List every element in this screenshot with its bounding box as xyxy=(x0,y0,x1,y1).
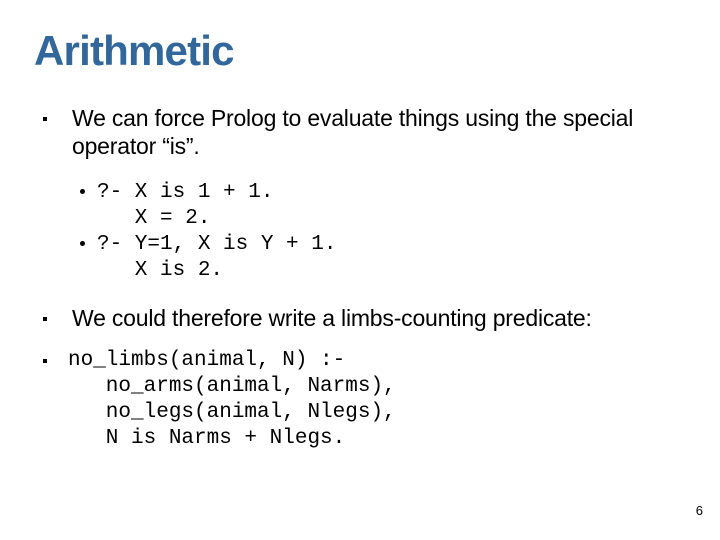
bullet-item-5: no_limbs(animal, N) :- no_arms(animal, N… xyxy=(0,348,720,452)
round-bullet-icon xyxy=(80,189,85,194)
slide-body: We can force Prolog to evaluate things u… xyxy=(0,104,720,452)
bullet-item-3: ?- Y=1, X is Y + 1. X is 2. xyxy=(0,232,720,284)
square-bullet-icon xyxy=(43,117,47,121)
code-block-query-2: ?- Y=1, X is Y + 1. X is 2. xyxy=(97,233,337,282)
code-block-query-1: ?- X is 1 + 1. X = 2. xyxy=(97,181,274,230)
page-title: Arithmetic xyxy=(34,27,235,74)
bullet-text-4: We could therefore write a limbs-countin… xyxy=(72,305,592,331)
slide: Arithmetic We can force Prolog to evalua… xyxy=(0,0,720,540)
bullet-item-1: We can force Prolog to evaluate things u… xyxy=(0,104,720,160)
square-bullet-icon xyxy=(43,359,47,363)
code-block-predicate: no_limbs(animal, N) :- no_arms(animal, N… xyxy=(68,349,396,450)
round-bullet-icon xyxy=(80,241,85,246)
square-bullet-icon xyxy=(43,317,47,321)
page-number: 6 xyxy=(695,503,703,518)
bullet-item-4: We could therefore write a limbs-countin… xyxy=(0,304,720,332)
bullet-item-2: ?- X is 1 + 1. X = 2. xyxy=(0,180,720,232)
bullet-text-1: We can force Prolog to evaluate things u… xyxy=(72,105,634,159)
